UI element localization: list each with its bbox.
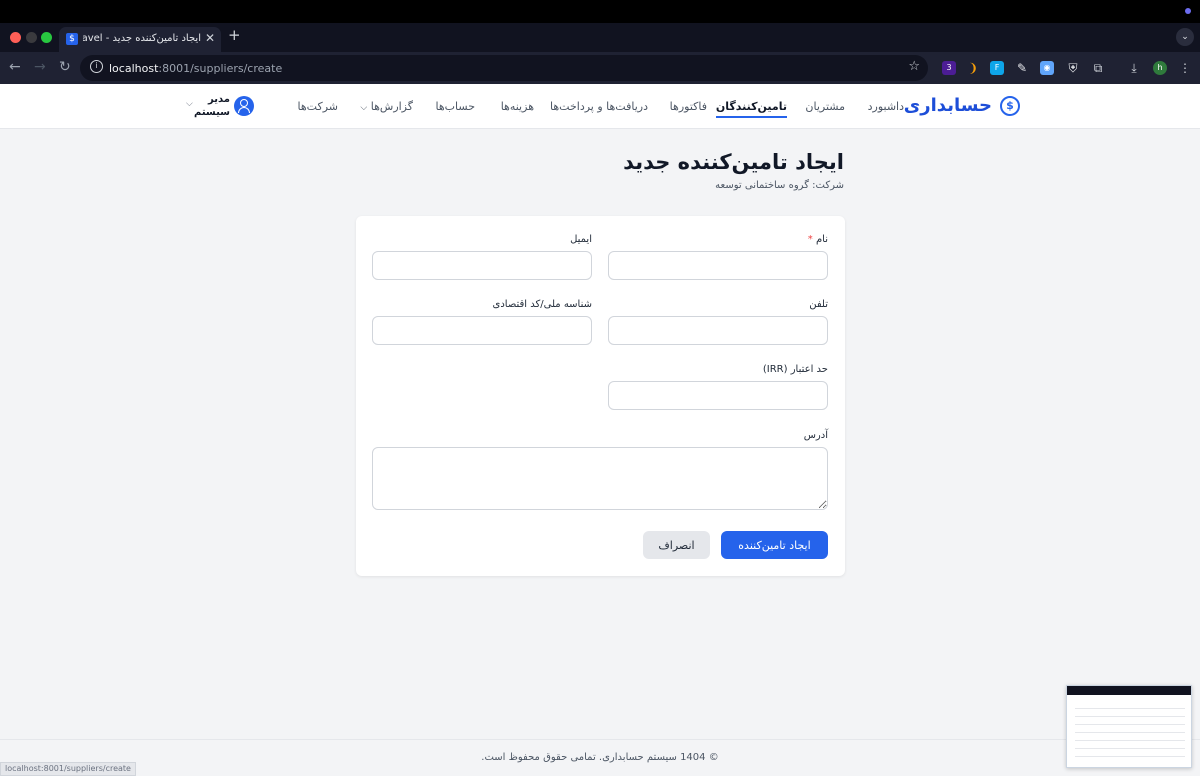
brand-name: حسابداری bbox=[903, 95, 992, 116]
address-textarea[interactable] bbox=[372, 447, 828, 510]
nav-suppliers[interactable]: تامین‌کنندگان bbox=[715, 100, 787, 118]
thumbnail-row bbox=[1075, 756, 1185, 757]
nav-receipts-payments[interactable]: دریافت‌ها و پرداخت‌ها bbox=[550, 100, 648, 113]
screenshot-preview-thumbnail[interactable] bbox=[1066, 685, 1192, 768]
chevron-down-icon: ⌵ bbox=[360, 103, 368, 113]
minimize-window-button[interactable] bbox=[26, 32, 37, 43]
forward-icon[interactable]: → bbox=[34, 59, 46, 75]
email-label: ایمیل bbox=[570, 234, 592, 245]
thumbnail-browser-bar bbox=[1067, 686, 1191, 695]
required-mark: * bbox=[807, 234, 813, 245]
close-window-button[interactable] bbox=[10, 32, 21, 43]
nav-customers[interactable]: مشتریان bbox=[805, 100, 845, 113]
thumbnail-row bbox=[1075, 740, 1185, 741]
extension-crescent-icon[interactable]: ❩ bbox=[966, 61, 980, 75]
nav-reports-label: گزارش‌ها bbox=[370, 100, 413, 113]
nav-companies[interactable]: شرکت‌ها bbox=[298, 100, 338, 113]
browser-toolbar: ← → ↻ i localhost:8001/suppliers/create … bbox=[0, 52, 1200, 84]
user-menu-chevron-icon[interactable]: ⌵ bbox=[186, 99, 193, 109]
status-bar-url: localhost:8001/suppliers/create bbox=[0, 762, 136, 776]
extension-camera-icon[interactable]: ◉ bbox=[1040, 61, 1054, 75]
credit-limit-input[interactable] bbox=[608, 381, 828, 410]
nav-accounts[interactable]: حساب‌ها bbox=[436, 100, 475, 113]
footer-copyright: © 1404 سیستم حسابداری. تمامی حقوق محفوظ … bbox=[481, 752, 719, 763]
url-text: localhost:8001/suppliers/create bbox=[109, 62, 282, 75]
page-footer: © 1404 سیستم حسابداری. تمامی حقوق محفوظ … bbox=[0, 739, 1200, 776]
tab-title: ایجاد تامین‌کننده جدید - Laravel bbox=[83, 33, 201, 44]
status-dot-icon bbox=[1185, 8, 1191, 14]
extension-pen-icon[interactable]: ✎ bbox=[1015, 61, 1029, 75]
thumbnail-row bbox=[1075, 732, 1185, 733]
nav-invoices[interactable]: فاکتورها bbox=[670, 100, 707, 113]
reload-icon[interactable]: ↻ bbox=[59, 59, 71, 75]
thumbnail-row bbox=[1075, 724, 1185, 725]
name-label: نام * bbox=[808, 234, 828, 245]
dollar-logo-icon: $ bbox=[1000, 95, 1020, 116]
close-tab-icon[interactable]: ✕ bbox=[205, 31, 215, 45]
thumbnail-row bbox=[1075, 708, 1185, 709]
back-icon[interactable]: ← bbox=[9, 59, 21, 75]
favicon-icon: $ bbox=[66, 33, 78, 45]
profile-avatar[interactable]: h bbox=[1153, 61, 1167, 75]
extension-badge: 3 bbox=[946, 63, 952, 72]
address-label: آدرس bbox=[803, 430, 828, 441]
brand[interactable]: $ حسابداری bbox=[904, 95, 1020, 116]
name-label-text: نام bbox=[815, 234, 828, 245]
browser-tab[interactable]: $ ایجاد تامین‌کننده جدید - Laravel ✕ bbox=[59, 27, 221, 52]
browser-menu-icon[interactable]: ⋮ bbox=[1178, 61, 1192, 75]
tab-search-chevron-icon[interactable]: ⌄ bbox=[1176, 28, 1194, 46]
extension-icon[interactable]: 3 bbox=[942, 61, 956, 75]
create-supplier-button[interactable]: ایجاد تامین‌کننده bbox=[721, 531, 828, 559]
url-host: localhost bbox=[109, 62, 159, 75]
credit-limit-label: حد اعتبار (IRR) bbox=[762, 364, 828, 375]
extensions-puzzle-icon[interactable]: ⧉ bbox=[1091, 61, 1105, 75]
address-bar[interactable]: i localhost:8001/suppliers/create ☆ bbox=[80, 55, 928, 81]
user-avatar-icon[interactable] bbox=[234, 96, 254, 116]
extension-shield-icon[interactable]: ⛨ bbox=[1066, 61, 1080, 75]
site-info-icon[interactable]: i bbox=[90, 60, 103, 73]
national-id-input[interactable] bbox=[372, 316, 592, 345]
national-id-label: شناسه ملی/کد اقتصادی bbox=[492, 299, 593, 310]
download-icon[interactable]: ⤓ bbox=[1127, 61, 1141, 75]
name-input[interactable] bbox=[608, 251, 828, 280]
app-header: $ حسابداری داشبورد مشتریان تامین‌کنندگان… bbox=[0, 84, 1200, 129]
phone-input[interactable] bbox=[608, 316, 828, 345]
nav-reports[interactable]: گزارش‌ها ⌵ bbox=[360, 100, 413, 113]
thumbnail-row bbox=[1075, 748, 1185, 749]
browser-tab-strip: $ ایجاد تامین‌کننده جدید - Laravel ✕ bbox=[0, 23, 1200, 52]
nav-expenses[interactable]: هزینه‌ها bbox=[501, 100, 534, 113]
url-path: :8001/suppliers/create bbox=[158, 62, 283, 75]
phone-label: تلفن bbox=[809, 299, 828, 310]
bookmark-star-icon[interactable]: ☆ bbox=[908, 59, 920, 74]
email-input[interactable] bbox=[372, 251, 592, 280]
user-name[interactable]: مدیر سیستم bbox=[194, 93, 230, 119]
new-tab-icon[interactable]: + bbox=[228, 26, 241, 44]
page-title: ایجاد تامین‌کننده جدید bbox=[623, 150, 844, 174]
page-subtitle: شرکت: گروه ساختمانی توسعه bbox=[715, 180, 844, 191]
supplier-form-card: نام * ایمیل تلفن شناسه ملی/کد اقتصادی حد… bbox=[356, 216, 845, 576]
thumbnail-row bbox=[1075, 716, 1185, 717]
maximize-window-button[interactable] bbox=[41, 32, 52, 43]
nav-dashboard[interactable]: داشبورد bbox=[868, 100, 904, 113]
cancel-button[interactable]: انصراف bbox=[643, 531, 710, 559]
extension-translate-icon[interactable]: F bbox=[990, 61, 1004, 75]
os-menu-bar bbox=[0, 0, 1200, 23]
